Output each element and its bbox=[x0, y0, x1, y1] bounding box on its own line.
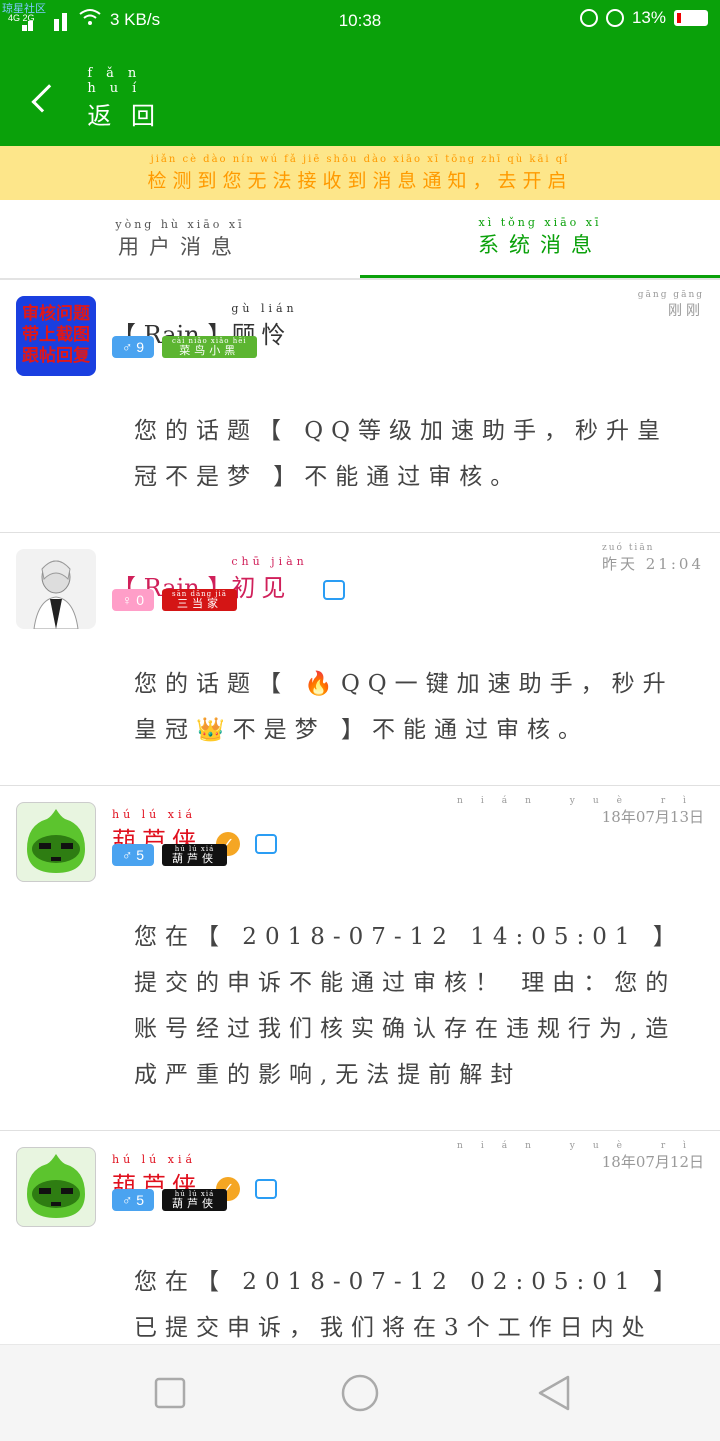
back-label: 返 回 bbox=[87, 101, 161, 130]
list-item[interactable]: hú lú xiá 葫芦侠 ✓ ♂ 5 hú lú xiá 葫芦侠 nián yuè… bbox=[0, 1131, 720, 1387]
message-body: 您在【 2018-07-12 14:05:01 】提交的申诉不能通过审核！ 理由… bbox=[134, 924, 684, 1088]
chevron-left-icon bbox=[31, 83, 60, 113]
timestamp: gāng gāng 刚刚 bbox=[638, 290, 704, 320]
timestamp: nián yuè rì 18年07月13日 bbox=[457, 796, 704, 827]
app-header: fǎn huí 返 回 bbox=[0, 40, 720, 146]
rotation-lock-icon bbox=[579, 9, 598, 27]
banner-pinyin: jiǎn cè dào nín wú fǎ jiē shōu dào xiāo … bbox=[150, 153, 570, 165]
timestamp-pinyin: zuó tiān bbox=[602, 543, 655, 553]
back-button[interactable]: fǎn huí 返 回 bbox=[28, 66, 168, 130]
video-icon bbox=[255, 1178, 278, 1199]
timestamp-text: 18年07月13日 bbox=[601, 808, 704, 826]
back-nav-button[interactable] bbox=[534, 1373, 574, 1413]
alarm-icon bbox=[605, 9, 624, 27]
timestamp: nián yuè rì 18年07月12日 bbox=[457, 1141, 704, 1172]
name-pinyin: gù lián bbox=[231, 302, 298, 315]
badge-text: 菜鸟小黑 bbox=[179, 344, 240, 357]
back-pinyin: fǎn huí bbox=[87, 65, 151, 96]
badge-text: 葫芦侠 bbox=[172, 1197, 217, 1210]
tab-system-messages[interactable]: xì tǒng xiāo xī 系统消息 bbox=[360, 200, 720, 278]
tab-pinyin: yòng hù xiāo xī bbox=[115, 217, 245, 231]
name-pinyin: hú lú xiá bbox=[112, 808, 197, 821]
banner-text: 检测到您无法接收到消息通知，去开启 bbox=[147, 169, 573, 192]
message-tabs: yòng hù xiāo xī 用户消息 xì tǒng xiāo xī 系统消… bbox=[0, 200, 720, 280]
message-body: 您的话题【 QQ等级加速助手，秒升皇冠不是梦 】不能通过审核。 bbox=[134, 418, 669, 490]
system-nav-bar bbox=[0, 1344, 720, 1441]
list-item[interactable]: hú lú xiá 葫芦侠 ✓ ♂ 5 hú lú xiá 葫芦侠 nián yuè… bbox=[0, 786, 720, 1131]
notification-permission-banner[interactable]: jiǎn cè dào nín wú fǎ jiē shōu dào xiāo … bbox=[0, 146, 720, 200]
gender-level-badge: ♂ 9 bbox=[112, 336, 154, 358]
triangle-back-icon bbox=[538, 1375, 570, 1411]
circle-icon bbox=[341, 1374, 379, 1412]
video-icon bbox=[255, 833, 278, 854]
name-text: 初见 bbox=[231, 574, 292, 602]
tab-label: 系统消息 bbox=[478, 233, 602, 257]
title-badge: hú lú xiá 葫芦侠 bbox=[162, 844, 227, 866]
tab-pinyin: xì tǒng xiāo xī bbox=[478, 216, 602, 229]
timestamp-pinyin: nián yuè rì bbox=[457, 1141, 704, 1151]
avatar[interactable] bbox=[16, 802, 96, 882]
list-item[interactable]: 审核问题 带上截图 跟帖回复 【 Rain 】 gù lián 顾怜 ♂ 9 cài… bbox=[0, 280, 720, 533]
recents-button[interactable] bbox=[150, 1373, 190, 1413]
title-badge: sān dāng jiā 三当家 bbox=[162, 589, 237, 611]
title-badge: cài niǎo xiǎo hēi 菜鸟小黑 bbox=[162, 336, 257, 358]
title-badge: hú lú xiá 葫芦侠 bbox=[162, 1189, 227, 1211]
home-button[interactable] bbox=[340, 1373, 380, 1413]
gender-level-badge: ♂ 5 bbox=[112, 1189, 154, 1211]
timestamp-pinyin: gāng gāng bbox=[637, 290, 704, 300]
square-icon bbox=[154, 1377, 186, 1409]
timestamp-text: 刚刚 bbox=[668, 303, 704, 319]
avatar[interactable] bbox=[16, 1147, 96, 1227]
tab-user-messages[interactable]: yòng hù xiāo xī 用户消息 bbox=[0, 200, 360, 278]
video-icon bbox=[323, 579, 346, 600]
badge-text: 三当家 bbox=[176, 597, 222, 610]
timestamp-text: 18年07月12日 bbox=[601, 1153, 704, 1171]
gender-level-badge: ♀ 0 bbox=[112, 589, 154, 611]
list-item[interactable]: 【 Rain 】 chū jiàn 初见 ♀ 0 sān dāng jiā 三当家 z… bbox=[0, 533, 720, 786]
name-pinyin: chū jiàn bbox=[231, 555, 308, 568]
avatar[interactable] bbox=[16, 549, 96, 629]
battery-icon bbox=[674, 10, 708, 26]
timestamp-pinyin: nián yuè rì bbox=[457, 796, 704, 806]
name-pinyin: hú lú xiá bbox=[112, 1153, 197, 1166]
status-bar: 琼星社区 4G 2G 3 KB/s 10:38 13% bbox=[0, 0, 720, 40]
avatar[interactable]: 审核问题 带上截图 跟帖回复 bbox=[16, 296, 96, 376]
timestamp: zuó tiān 昨天 21:04 bbox=[602, 543, 704, 574]
badge-text: 葫芦侠 bbox=[172, 852, 217, 865]
timestamp-text: 昨天 21:04 bbox=[602, 555, 704, 573]
gender-level-badge: ♂ 5 bbox=[112, 844, 154, 866]
battery-percent: 13% bbox=[631, 8, 666, 27]
tab-label: 用户消息 bbox=[118, 234, 242, 259]
message-body: 您的话题【 🔥QQ一键加速助手，秒升皇冠👑不是梦 】不能通过审核。 bbox=[134, 671, 674, 743]
